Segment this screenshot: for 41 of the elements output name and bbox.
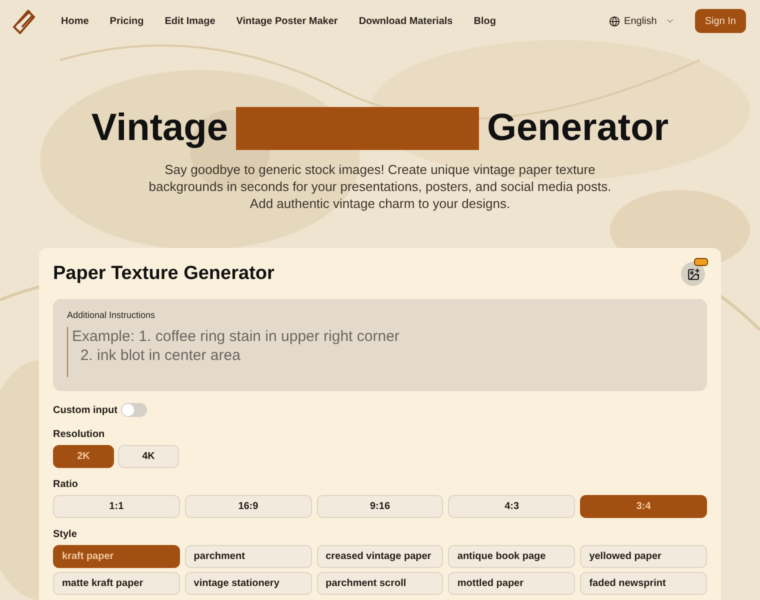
option-button[interactable]: kraft paper — [53, 544, 180, 568]
image-plus-icon — [686, 268, 700, 281]
option-button[interactable]: 2K — [53, 444, 114, 468]
option-button[interactable]: yellowed paper — [580, 544, 707, 568]
section-label: Resolution — [53, 428, 106, 442]
text-input[interactable]: Example: 1. coffee ring stain in upper right corner 2. ink blot in center area — [67, 327, 693, 377]
option-button[interactable]: 4:3 — [448, 494, 576, 518]
nav-link[interactable]: Vintage Poster Maker — [236, 14, 338, 28]
nav-link[interactable]: Home — [61, 14, 89, 28]
option-button[interactable]: parchment scroll — [316, 572, 444, 594]
option-button[interactable]: vintage stationery — [184, 572, 312, 594]
option-button[interactable]: 3:4 — [580, 494, 707, 518]
badge-icon — [694, 258, 708, 266]
field-label: Additional Instructions — [67, 308, 156, 322]
scroll-logo-icon[interactable] — [10, 7, 38, 35]
language-selector[interactable]: English — [624, 14, 657, 28]
option-button[interactable]: mottled paper — [448, 572, 576, 594]
globe-icon — [609, 16, 620, 26]
hero-title: Generator — [486, 106, 669, 151]
option-button[interactable]: 4K — [118, 444, 179, 468]
nav-link[interactable]: Blog — [474, 14, 496, 28]
option-button[interactable]: 1:1 — [53, 494, 180, 518]
section-label: Ratio — [53, 478, 79, 492]
toggle-switch[interactable] — [121, 403, 148, 417]
nav-link[interactable]: Download Materials — [358, 14, 453, 28]
option-button[interactable]: parchment — [184, 544, 312, 568]
option-button[interactable]: 16:9 — [184, 494, 312, 518]
hero-title: Vintage — [91, 106, 228, 151]
option-button[interactable]: matte kraft paper — [53, 572, 180, 594]
sign-in-button[interactable]: Sign In — [694, 9, 746, 33]
option-button[interactable]: creased vintage paper — [316, 544, 444, 568]
custom-input-label: Custom input — [53, 404, 118, 418]
nav-link[interactable]: Pricing — [110, 14, 144, 28]
instructions-field[interactable]: Additional Instructions Example: 1. coffee ring stain in upper right corner 2. ink blot in center area — [53, 298, 707, 390]
card-title: Paper Texture Generator — [53, 262, 274, 286]
option-button[interactable]: faded newsprint — [580, 572, 707, 594]
section-label: Style — [53, 528, 78, 542]
option-button[interactable]: antique book page — [448, 544, 576, 568]
hero-subtitle: Say goodbye to generic stock images! Create unique vintage paper texture backgrounds in seconds for your presentations, posters, and social media posts. Add authentic vintage charm to your designs. — [148, 161, 612, 212]
nav-link[interactable]: Edit Image — [164, 14, 216, 28]
option-button[interactable]: 9:16 — [316, 494, 444, 518]
